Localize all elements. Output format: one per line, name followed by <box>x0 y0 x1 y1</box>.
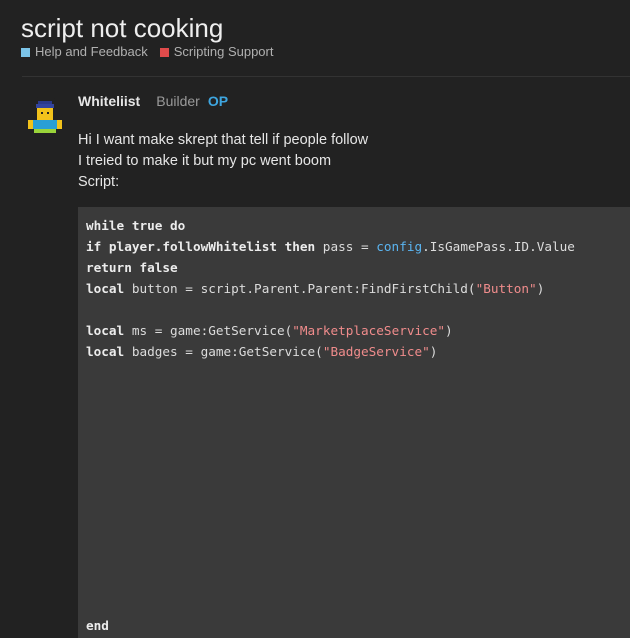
code-keyword: if <box>86 239 102 254</box>
code-text: player.followWhitelist <box>101 239 285 254</box>
code-text: button = script.Parent.Parent:FindFirstC… <box>124 281 476 296</box>
code-string: "BadgeService" <box>322 344 430 359</box>
avatar-image <box>24 96 66 138</box>
code-text: ms = game:GetService( <box>124 323 293 338</box>
category-scripting-support[interactable]: Scripting Support <box>159 44 274 60</box>
code-string: "MarketplaceService" <box>292 323 446 338</box>
code-text: badges = game:GetService( <box>124 344 323 359</box>
code-identifier: config <box>376 239 423 254</box>
category-help-and-feedback[interactable]: Help and Feedback <box>21 44 148 60</box>
post-body: Hi I want make skrept that tell if peopl… <box>78 130 368 193</box>
code-keyword: local <box>86 281 125 296</box>
code-content: while true do if player.followWhitelist … <box>78 207 630 362</box>
code-keyword: while true do <box>86 218 186 233</box>
user-avatar[interactable] <box>24 96 66 138</box>
category-list: Help and Feedback Scripting Support <box>21 44 273 60</box>
username-link[interactable]: Whiteliist <box>78 92 140 110</box>
post-line: Hi I want make skrept that tell if peopl… <box>78 132 369 148</box>
code-end-keyword: end <box>86 618 109 633</box>
category-label: Scripting Support <box>173 44 274 59</box>
code-text: ) <box>445 323 453 338</box>
op-badge: OP <box>207 93 229 109</box>
topic-divider <box>22 76 630 77</box>
code-text: pass = <box>315 239 377 254</box>
category-color-square <box>21 47 30 57</box>
code-keyword: local <box>86 323 125 338</box>
category-label: Help and Feedback <box>35 44 148 59</box>
code-block[interactable]: while true do if player.followWhitelist … <box>78 207 630 638</box>
code-keyword: return false <box>86 260 178 275</box>
code-keyword: then <box>284 239 316 254</box>
code-text: ) <box>429 344 438 359</box>
topic-title: script not cooking <box>21 13 224 43</box>
post-meta: Whiteliist Builder OP <box>78 92 228 110</box>
code-text: .IsGamePass.ID.Value <box>422 239 575 254</box>
post-line: I treied to make it but my pc went boom <box>78 153 332 169</box>
post-line: Script: <box>78 174 120 190</box>
user-role: Builder <box>156 93 200 109</box>
code-text: ) <box>536 281 545 296</box>
code-string: "Button" <box>475 281 537 296</box>
code-keyword: local <box>86 344 125 359</box>
category-color-square <box>159 47 169 57</box>
